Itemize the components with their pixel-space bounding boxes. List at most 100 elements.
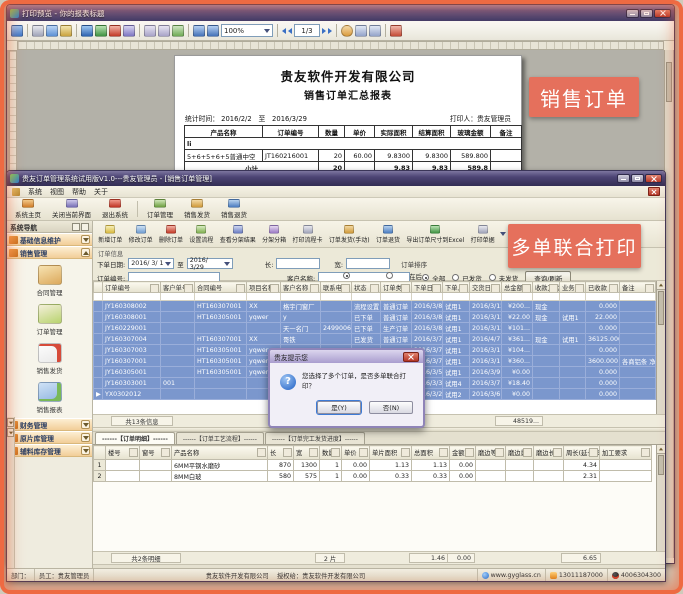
- no-button[interactable]: 否(N): [369, 401, 413, 414]
- filter-cell[interactable]: [586, 293, 620, 301]
- export-excel-button[interactable]: 导出订单尺寸到Excel: [403, 222, 467, 246]
- sidebar-item-sales-report[interactable]: 销售报表: [7, 382, 92, 414]
- preview-titlebar[interactable]: 打印预览 - 你的报表标题: [7, 5, 674, 21]
- column-header[interactable]: 周长(延长米): [564, 446, 600, 460]
- column-header[interactable]: 订单编号: [263, 126, 319, 138]
- column-header[interactable]: 客户单号: [161, 282, 195, 293]
- next-page-icon[interactable]: [322, 28, 326, 34]
- excel-icon[interactable]: [95, 25, 107, 37]
- column-header[interactable]: 数量: [320, 446, 342, 460]
- order-row[interactable]: JY160308001HT160305001yqwery已下单普通订单2016/…: [94, 312, 656, 323]
- toolbar-order-mgmt-button[interactable]: 订单管理: [142, 199, 178, 219]
- toolbar-sales-ship-button[interactable]: 销售发货: [179, 199, 215, 219]
- menu-view[interactable]: 视图: [50, 187, 64, 197]
- prev-page-icon[interactable]: [288, 28, 292, 34]
- filter-cell[interactable]: [381, 293, 412, 301]
- column-header[interactable]: 订单类型: [381, 282, 412, 293]
- zoom-out-icon[interactable]: [207, 25, 219, 37]
- column-header[interactable]: 磨边量: [506, 446, 534, 460]
- column-header[interactable]: 长: [268, 446, 294, 460]
- column-header[interactable]: 客户名称: [281, 282, 321, 293]
- close-icon[interactable]: [645, 174, 662, 183]
- column-header[interactable]: 联系电话: [321, 282, 352, 293]
- pdf-icon[interactable]: [109, 25, 121, 37]
- sidebar-scrollbar[interactable]: [7, 417, 15, 568]
- filter-cell[interactable]: [94, 293, 103, 301]
- page-indicator[interactable]: 1/3: [294, 24, 320, 37]
- column-header[interactable]: 收款方式: [533, 282, 560, 293]
- column-header[interactable]: 合同编号: [195, 282, 247, 293]
- filter-cell[interactable]: [443, 293, 470, 301]
- close-icon[interactable]: [654, 9, 671, 18]
- column-header[interactable]: 总面积: [412, 446, 450, 460]
- first-page-icon[interactable]: [282, 28, 286, 34]
- column-header[interactable]: [94, 282, 103, 293]
- rack-box-button[interactable]: 分架分箱: [259, 222, 289, 246]
- filter-cell[interactable]: [560, 293, 586, 301]
- toolbar-sales-return-button[interactable]: 销售退货: [216, 199, 252, 219]
- orders-scrollbar[interactable]: [656, 281, 665, 414]
- close-icon[interactable]: [81, 223, 89, 231]
- page-width-icon[interactable]: [172, 25, 184, 37]
- column-header[interactable]: 交货日期: [470, 282, 502, 293]
- sort-newest-first-radio[interactable]: [343, 272, 350, 279]
- chevron-down-icon[interactable]: [81, 235, 90, 244]
- column-header[interactable]: [94, 446, 106, 460]
- tab-ship-progress[interactable]: ------【订单完工发货进度】------: [265, 432, 365, 444]
- maximize-icon[interactable]: [640, 9, 653, 18]
- filter-cell[interactable]: [352, 293, 381, 301]
- print-document-button[interactable]: 打印单据: [467, 222, 497, 246]
- detail-scrollbar[interactable]: [656, 445, 665, 551]
- filter-cell[interactable]: [412, 293, 443, 301]
- edit-order-button[interactable]: 修改订单: [125, 222, 155, 246]
- column-header[interactable]: 结算面积: [413, 126, 451, 138]
- detail-row[interactable]: 16MM平钢水磨砂870130010.001.131.130.004.34: [94, 460, 652, 471]
- filter-cell[interactable]: [321, 293, 352, 301]
- date-from-select[interactable]: 2016/ 3/ 1: [128, 258, 174, 269]
- column-header[interactable]: 磨边长度: [534, 446, 564, 460]
- zoom-select[interactable]: 100%: [221, 24, 273, 37]
- column-header[interactable]: 窗号: [140, 446, 172, 460]
- filter-cell[interactable]: [161, 293, 195, 301]
- column-header[interactable]: 订单编号: [103, 282, 161, 293]
- detail-row[interactable]: 28MM白玻58057510.000.330.330.002.31: [94, 471, 652, 482]
- filter-cell[interactable]: [281, 293, 321, 301]
- length-input[interactable]: [276, 258, 320, 269]
- filter-cell[interactable]: [247, 293, 281, 301]
- page-multi-icon[interactable]: [158, 25, 170, 37]
- column-header[interactable]: 单价: [345, 126, 375, 138]
- toolbar-home-button[interactable]: 系统主页: [10, 199, 46, 219]
- column-header[interactable]: 项目名称: [247, 282, 281, 293]
- sidebar-group-basic-info[interactable]: 基础信息维护: [7, 233, 92, 246]
- html-icon[interactable]: [123, 25, 135, 37]
- hand-icon[interactable]: [341, 25, 353, 37]
- print-icon[interactable]: [32, 25, 44, 37]
- print-process-card-button[interactable]: 打印流程卡: [289, 222, 325, 246]
- chevron-up-icon[interactable]: [81, 248, 90, 257]
- tab-process-flow[interactable]: ------【订单工艺流程】------: [176, 432, 264, 444]
- zoom-in-icon[interactable]: [193, 25, 205, 37]
- sidebar-item-contract-mgmt[interactable]: 合同管理: [7, 265, 92, 297]
- filter-cell[interactable]: [502, 293, 533, 301]
- pin-icon[interactable]: [72, 223, 80, 231]
- chevron-down-icon[interactable]: [81, 420, 90, 429]
- word-icon[interactable]: [81, 25, 93, 37]
- order-row[interactable]: JY160307004HT160307001XX哥铁已发货普通订单2016/3/…: [94, 334, 656, 345]
- column-header[interactable]: 楼号: [106, 446, 140, 460]
- sidebar-group-sales-mgmt[interactable]: 销售管理: [7, 246, 92, 259]
- dialog-titlebar[interactable]: 贵友提示您: [270, 350, 423, 363]
- status-all-radio[interactable]: [422, 274, 429, 281]
- column-header[interactable]: 单片面积: [370, 446, 412, 460]
- toolbar-exit-button[interactable]: 退出系统: [97, 199, 133, 219]
- chevron-down-icon[interactable]: [81, 433, 90, 442]
- mdi-close-icon[interactable]: [648, 187, 660, 196]
- column-header[interactable]: 产品名称: [172, 446, 268, 460]
- close-icon[interactable]: [403, 352, 419, 362]
- minimize-icon[interactable]: [626, 9, 639, 18]
- view-rack-result-button[interactable]: 查看分架结果: [217, 222, 259, 246]
- chevron-down-icon[interactable]: [81, 446, 90, 455]
- close-preview-icon[interactable]: [390, 25, 402, 37]
- column-header[interactable]: 宽: [294, 446, 320, 460]
- column-header[interactable]: 下单人: [443, 282, 470, 293]
- settings-icon[interactable]: [60, 25, 72, 37]
